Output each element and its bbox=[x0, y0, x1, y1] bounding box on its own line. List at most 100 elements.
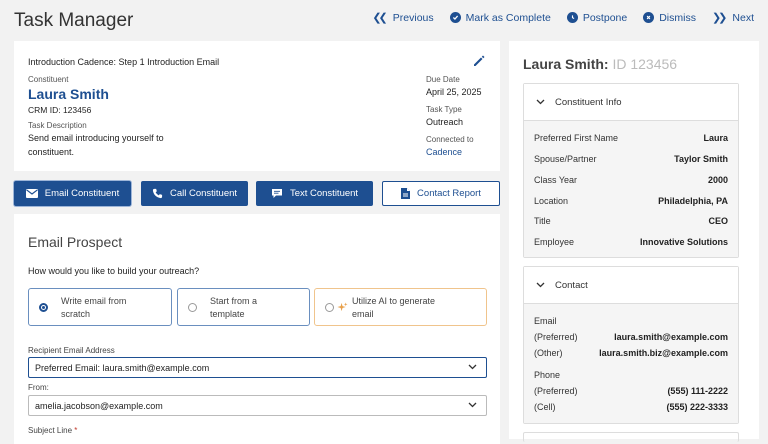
from-value: amelia.jacobson@example.com bbox=[35, 400, 163, 411]
constituent-label: Constituent bbox=[28, 75, 69, 84]
recipient-email-value: Preferred Email: laura.smith@example.com bbox=[35, 362, 210, 373]
recipient-email-label: Recipient Email Address bbox=[28, 346, 115, 355]
edit-pencil-icon[interactable] bbox=[472, 54, 486, 68]
info-row: Class Year 2000 bbox=[534, 175, 728, 185]
top-bar: Task Manager ❮❮ Previous Mark as Complet… bbox=[0, 0, 768, 42]
phone-cell-value[interactable]: (555) 222-3333 bbox=[666, 402, 728, 412]
contact-report-button[interactable]: Contact Report bbox=[382, 181, 500, 206]
cadence-link[interactable]: Cadence bbox=[426, 147, 462, 157]
constituent-name-link[interactable]: Laura Smith bbox=[28, 86, 109, 102]
email-other-value[interactable]: laura.smith.biz@example.com bbox=[599, 348, 728, 358]
document-icon bbox=[401, 188, 411, 199]
subject-line-text: Subject Line bbox=[28, 426, 73, 435]
connected-to-label: Connected to bbox=[426, 135, 474, 144]
chat-bubble-icon bbox=[271, 189, 282, 198]
option-label-line-2: template bbox=[210, 309, 245, 319]
task-description-line-2: constituent. bbox=[28, 147, 75, 157]
previous-label: Previous bbox=[392, 11, 434, 24]
postpone-button[interactable]: Postpone bbox=[566, 11, 628, 24]
check-circle-icon bbox=[449, 12, 461, 23]
phone-heading: Phone bbox=[534, 370, 561, 380]
option-label-line-2: scratch bbox=[61, 309, 91, 319]
info-row: Location Philadelphia, PA bbox=[534, 196, 728, 206]
info-row: Employee Innovative Solutions bbox=[534, 237, 728, 247]
task-description-line-1: Send email introducing yourself to bbox=[28, 133, 164, 143]
radio-unselected-icon[interactable] bbox=[188, 303, 197, 312]
info-value: CEO bbox=[708, 216, 728, 226]
subject-line-label: Subject Line * bbox=[28, 426, 77, 435]
info-row: Preferred First Name Laura bbox=[534, 133, 728, 143]
text-constituent-label: Text Constituent bbox=[289, 188, 359, 199]
from-label: From: bbox=[28, 383, 49, 392]
email-heading-row: Email bbox=[534, 316, 728, 326]
task-description-label: Task Description bbox=[28, 121, 87, 130]
due-date-label: Due Date bbox=[426, 75, 460, 84]
phone-icon bbox=[152, 188, 163, 199]
phone-cell-row: (Cell) (555) 222-3333 bbox=[534, 402, 728, 412]
task-details-card: Introduction Cadence: Step 1 Introductio… bbox=[14, 41, 500, 171]
phone-preferred-row: (Preferred) (555) 111-2222 bbox=[534, 386, 728, 396]
task-navigation: ❮❮ Previous Mark as Complete Postpone Di… bbox=[356, 11, 754, 25]
radio-unselected-icon[interactable] bbox=[325, 303, 334, 312]
contact-panel: Contact Email (Preferred) laura.smith@exa… bbox=[523, 266, 739, 424]
postpone-label: Postpone bbox=[582, 11, 628, 24]
info-key: Title bbox=[534, 216, 551, 226]
next-panel-edge bbox=[523, 432, 739, 442]
call-constituent-label: Call Constituent bbox=[169, 188, 238, 199]
info-row: Spouse/Partner Taylor Smith bbox=[534, 154, 728, 164]
info-value: Laura bbox=[703, 133, 728, 143]
envelope-icon bbox=[25, 189, 38, 198]
phone-preferred-value[interactable]: (555) 111-2222 bbox=[667, 386, 728, 396]
email-other-label: (Other) bbox=[534, 348, 563, 358]
info-value: Innovative Solutions bbox=[639, 237, 728, 247]
info-key: Location bbox=[534, 196, 569, 206]
text-constituent-button[interactable]: Text Constituent bbox=[256, 181, 373, 206]
outreach-question: How would you like to build your outreac… bbox=[28, 266, 200, 276]
sidebar-constituent-name: Laura Smith: bbox=[523, 56, 609, 72]
option-write-from-scratch[interactable]: Write email from scratch bbox=[28, 288, 172, 326]
previous-button[interactable]: ❮❮ Previous bbox=[372, 11, 434, 25]
recipient-email-select[interactable]: Preferred Email: laura.smith@example.com bbox=[28, 357, 487, 378]
info-value: Philadelphia, PA bbox=[658, 196, 728, 206]
double-chevron-right-icon: ❯❯ bbox=[711, 12, 728, 24]
task-type-label: Task Type bbox=[426, 105, 462, 114]
sidebar-constituent-header: Laura Smith: ID 123456 bbox=[523, 56, 677, 72]
crm-id: CRM ID: 123456 bbox=[28, 105, 92, 115]
info-key: Spouse/Partner bbox=[534, 154, 597, 164]
chevron-down-icon bbox=[536, 282, 545, 288]
email-preferred-value[interactable]: laura.smith@example.com bbox=[614, 332, 728, 342]
constituent-sidebar: Laura Smith: ID 123456 Constituent Info … bbox=[509, 41, 759, 442]
info-key: Class Year bbox=[534, 175, 578, 185]
due-date-value: April 25, 2025 bbox=[426, 87, 482, 97]
email-prospect-title: Email Prospect bbox=[28, 234, 123, 250]
contact-header[interactable]: Contact bbox=[524, 267, 738, 304]
chevron-down-icon bbox=[468, 402, 477, 408]
email-constituent-button[interactable]: Email Constituent bbox=[14, 181, 131, 206]
info-value: Taylor Smith bbox=[674, 154, 728, 164]
chevron-down-icon bbox=[468, 364, 477, 370]
email-preferred-label: (Preferred) bbox=[534, 332, 578, 342]
close-circle-icon bbox=[643, 12, 655, 23]
option-label-line-2: email bbox=[352, 309, 374, 319]
dismiss-label: Dismiss bbox=[659, 11, 696, 24]
email-heading: Email bbox=[534, 316, 557, 326]
dismiss-button[interactable]: Dismiss bbox=[643, 11, 696, 24]
constituent-info-header[interactable]: Constituent Info bbox=[524, 84, 738, 121]
app-title: Task Manager bbox=[14, 10, 134, 31]
sidebar-constituent-id: ID 123456 bbox=[612, 56, 678, 72]
option-start-from-template[interactable]: Start from a template bbox=[177, 288, 310, 326]
task-type-value: Outreach bbox=[426, 117, 464, 127]
radio-selected-icon[interactable] bbox=[39, 303, 48, 312]
email-constituent-label: Email Constituent bbox=[44, 188, 120, 199]
call-constituent-button[interactable]: Call Constituent bbox=[141, 181, 248, 206]
info-key: Employee bbox=[534, 237, 575, 247]
phone-cell-label: (Cell) bbox=[534, 402, 556, 412]
next-button[interactable]: ❯❯ Next bbox=[711, 11, 754, 25]
option-ai-generate[interactable]: Utilize AI to generate email bbox=[314, 288, 487, 326]
info-key: Preferred First Name bbox=[534, 133, 619, 143]
cadence-title: Introduction Cadence: Step 1 Introductio… bbox=[28, 57, 220, 67]
phone-preferred-label: (Preferred) bbox=[534, 386, 578, 396]
phone-heading-row: Phone bbox=[534, 370, 728, 380]
mark-complete-button[interactable]: Mark as Complete bbox=[449, 11, 551, 24]
from-select[interactable]: amelia.jacobson@example.com bbox=[28, 395, 487, 416]
